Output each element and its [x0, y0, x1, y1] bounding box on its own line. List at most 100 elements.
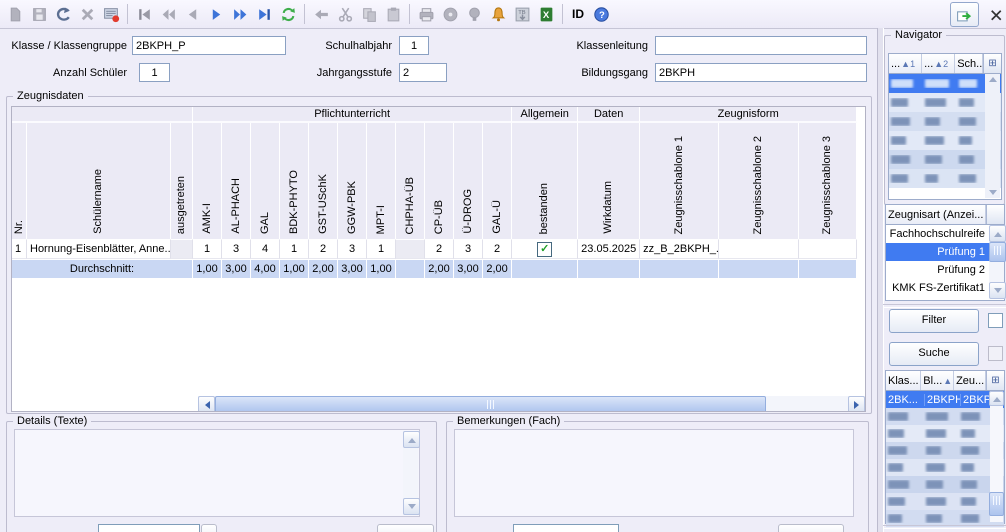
grid-cell[interactable]: 1: [367, 239, 396, 259]
new-record-icon[interactable]: [3, 2, 27, 26]
klassen-column-header[interactable]: Bl...▲: [921, 371, 954, 390]
nav-next-icon[interactable]: [204, 2, 228, 26]
bestanden-cell[interactable]: ✓: [512, 239, 578, 259]
column-header-MPT-I[interactable]: MPT-I: [367, 123, 396, 239]
klassen-row[interactable]: [886, 493, 1004, 510]
grid-cell[interactable]: [171, 239, 193, 259]
anzahl-schueler-input[interactable]: [139, 63, 170, 82]
scroll-left-button[interactable]: [198, 396, 215, 412]
partial-button-2[interactable]: [377, 524, 434, 532]
help-icon[interactable]: ?: [589, 2, 613, 26]
scrollbar-thumb[interactable]: [215, 396, 766, 412]
column-header-GGW-PBK[interactable]: GGW-PBK: [338, 123, 367, 239]
grid-cell[interactable]: 23.05.2025: [578, 239, 640, 259]
bildungsgang-input[interactable]: [655, 63, 867, 82]
zeugnisart-item[interactable]: Prüfung 2: [886, 261, 989, 279]
cut-icon[interactable]: [333, 2, 357, 26]
grid-cell[interactable]: 3: [454, 239, 483, 259]
zeugnisart-header[interactable]: Zeugnisart (Anzei...: [886, 205, 986, 224]
excel-icon[interactable]: X: [534, 2, 558, 26]
column-header-CHPHA--B[interactable]: CHPHA-ÜB: [396, 123, 425, 239]
zeugnisart-item[interactable]: KMK FS-Zertifikat1: [886, 279, 989, 297]
navigator-scrollbar[interactable]: [985, 74, 1000, 198]
details-scroll-down[interactable]: [403, 498, 420, 515]
bell-icon[interactable]: [486, 2, 510, 26]
column-header-CP--B[interactable]: CP-ÜB: [425, 123, 454, 239]
nav-last-icon[interactable]: [252, 2, 276, 26]
tb-download-icon[interactable]: TB: [510, 2, 534, 26]
zeugnisart-item[interactable]: Fachhochschulreife: [886, 225, 989, 243]
scrollbar-track[interactable]: [766, 396, 848, 411]
partial-button-3[interactable]: [778, 524, 844, 532]
nav-first-icon[interactable]: [132, 2, 156, 26]
field-chooser-icon[interactable]: ⊞: [983, 54, 1001, 73]
klassen-scrollbar[interactable]: [990, 391, 1003, 522]
column-header-Nr-[interactable]: Nr.: [12, 123, 27, 239]
grid-cell[interactable]: 2: [483, 239, 512, 259]
field-chooser-icon[interactable]: ⊞: [986, 371, 1004, 390]
klassen-row[interactable]: [886, 442, 1004, 459]
form-properties-icon[interactable]: [99, 2, 123, 26]
bestanden-checkbox[interactable]: ✓: [537, 242, 552, 257]
nav-prev-fast-icon[interactable]: [156, 2, 180, 26]
column-header-Zeugnisschablone-3[interactable]: Zeugnisschablone 3: [799, 123, 857, 239]
grid-cell[interactable]: 3: [338, 239, 367, 259]
column-header-Zeugnisschablone-1[interactable]: Zeugnisschablone 1: [640, 123, 719, 239]
bulb-icon[interactable]: [462, 2, 486, 26]
klassen-column-header[interactable]: Klas...: [886, 371, 921, 390]
partial-combobox-2[interactable]: [513, 524, 619, 532]
grid-cell[interactable]: [719, 239, 799, 259]
arrow-left-icon[interactable]: [309, 2, 333, 26]
navigator-column-header[interactable]: ...▲1: [889, 54, 922, 73]
column-header-GAL[interactable]: GAL: [251, 123, 280, 239]
klassen-row[interactable]: [886, 425, 1004, 442]
column-header-BDK-PHYTO[interactable]: BDK-PHYTO: [280, 123, 309, 239]
copy-icon[interactable]: [357, 2, 381, 26]
klassen-column-header[interactable]: Zeu...: [954, 371, 986, 390]
filter-checkbox[interactable]: [988, 313, 1003, 328]
id-text-icon[interactable]: ID: [567, 2, 589, 26]
klassen-row[interactable]: [886, 459, 1004, 476]
column-header-AL-PHACH[interactable]: AL-PHACH: [222, 123, 251, 239]
column-header-bestanden[interactable]: bestanden: [512, 123, 578, 239]
column-header-GAL--[interactable]: GAL-Ü: [483, 123, 512, 239]
column-header---DROG[interactable]: Ü-DROG: [454, 123, 483, 239]
details-scroll-up[interactable]: [403, 431, 420, 448]
grid-cell[interactable]: 4: [251, 239, 280, 259]
bemerkungen-textarea[interactable]: [454, 429, 854, 517]
partial-combobox-1[interactable]: [98, 524, 200, 532]
column-header-AMK-I[interactable]: AMK-I: [193, 123, 222, 239]
nav-next-fast-icon[interactable]: [228, 2, 252, 26]
grid-cell[interactable]: 2: [425, 239, 454, 259]
nav-prev-icon[interactable]: [180, 2, 204, 26]
column-header-ausgetreten[interactable]: ausgetreten: [171, 123, 193, 239]
column-header-Wirkdatum[interactable]: Wirkdatum: [578, 123, 640, 239]
scroll-right-button[interactable]: [848, 396, 865, 412]
grid-cell[interactable]: 1: [12, 239, 27, 259]
grid-cell[interactable]: 1: [280, 239, 309, 259]
print-icon[interactable]: [414, 2, 438, 26]
filter-button[interactable]: Filter: [889, 309, 979, 333]
grid-cell[interactable]: 1: [193, 239, 222, 259]
column-header-GST-USchK[interactable]: GST-USchK: [309, 123, 338, 239]
delete-icon[interactable]: [75, 2, 99, 26]
detach-window-button[interactable]: [950, 2, 979, 27]
klassen-row[interactable]: [886, 476, 1004, 493]
grid-cell[interactable]: [396, 239, 425, 259]
suche-checkbox[interactable]: [988, 346, 1003, 361]
zeugnisart-scrollbar[interactable]: [989, 225, 1004, 299]
grid-cell[interactable]: [799, 239, 857, 259]
column-header-Sch-lername[interactable]: Schülername: [27, 123, 171, 239]
navigator-column-header[interactable]: ...▲2: [922, 54, 955, 73]
details-textarea[interactable]: [14, 429, 420, 517]
grid-cell[interactable]: 2: [309, 239, 338, 259]
save-icon[interactable]: [27, 2, 51, 26]
disc-icon[interactable]: [438, 2, 462, 26]
zeugnisart-scroll-thumb[interactable]: [989, 242, 1006, 262]
schulhalbjahr-input[interactable]: [399, 36, 429, 55]
zeugnisart-scroll-up[interactable]: [989, 225, 1006, 242]
zeugnisart-item[interactable]: Prüfung 1: [886, 243, 989, 261]
undo-icon[interactable]: [51, 2, 75, 26]
details-vertical-scrollbar[interactable]: [403, 431, 418, 515]
klassenleitung-input[interactable]: [655, 36, 867, 55]
